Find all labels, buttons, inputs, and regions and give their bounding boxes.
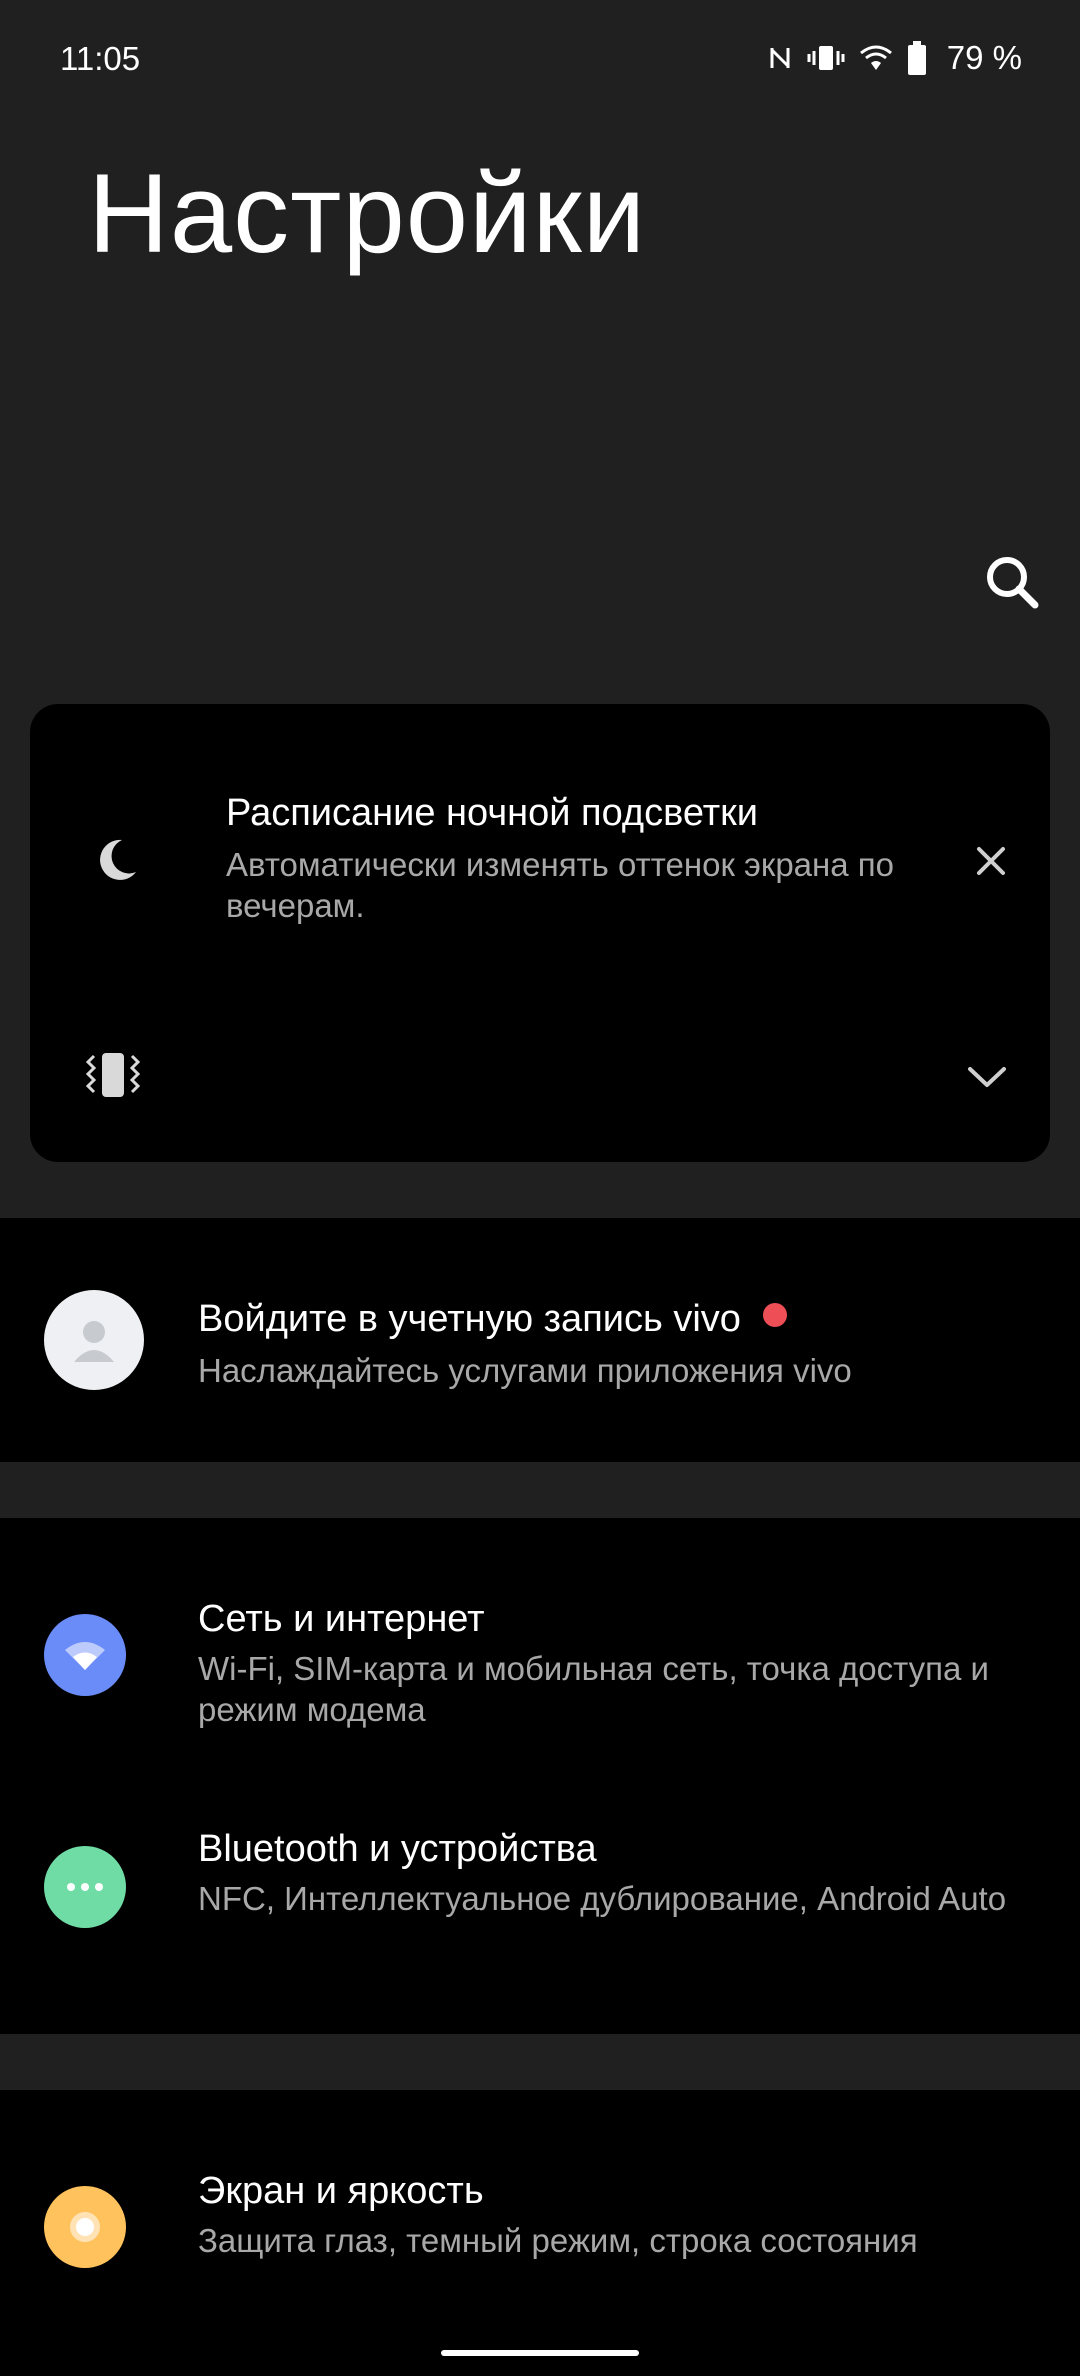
suggestion-title: Расписание ночной подсветки (226, 792, 758, 834)
wifi-icon (859, 45, 892, 70)
settings-item-title: Сеть и интернет (198, 1598, 485, 1640)
search-button[interactable] (982, 552, 1042, 612)
person-icon (74, 1321, 114, 1362)
settings-item-subtitle: Wi-Fi, SIM-карта и мобильная сеть, точка… (198, 1650, 989, 1728)
vibrate-icon (807, 46, 845, 70)
status-icons: 79 % (767, 36, 1022, 80)
moon-icon (100, 839, 136, 880)
chevron-down-icon[interactable] (960, 1050, 1014, 1104)
status-time: 11:05 (60, 40, 141, 77)
connectivity-section: Сеть и интернет Wi-Fi, SIM-карта и мобил… (0, 1518, 1080, 2034)
bluetooth-icon-circle (44, 1846, 126, 1928)
settings-item-subtitle: NFC, Интеллектуальное дублирование, Andr… (198, 1880, 1007, 1917)
account-section: Войдите в учетную запись vivo Наслаждайт… (0, 1218, 1080, 1462)
settings-item-bluetooth[interactable]: Bluetooth и устройства NFC, Интеллектуал… (0, 1776, 1080, 2034)
display-section: Экран и яркость Защита глаз, темный режи… (0, 2090, 1080, 2376)
settings-item-title: Экран и яркость (198, 2170, 484, 2212)
status-bar: 11:05 79 % (0, 0, 1080, 118)
vibrate-icon (85, 1053, 141, 1097)
battery-icon (907, 41, 926, 75)
settings-item-network[interactable]: Сеть и интернет Wi-Fi, SIM-карта и мобил… (0, 1518, 1080, 1776)
home-indicator[interactable] (441, 2350, 639, 2356)
settings-item-display[interactable]: Экран и яркость Защита глаз, темный режи… (0, 2090, 1080, 2376)
account-row[interactable]: Войдите в учетную запись vivo Наслаждайт… (0, 1218, 1080, 1462)
suggestion-card[interactable]: Расписание ночной подсветки Автоматическ… (30, 704, 1050, 1162)
account-title: Войдите в учетную запись vivo (198, 1298, 787, 1341)
search-icon (987, 557, 1039, 609)
account-subtitle: Наслаждайтесь услугами приложения vivo (198, 1352, 852, 1389)
suggestion-description: Автоматически изменять оттенок экрана по… (226, 846, 895, 924)
page-title: Настройки (88, 151, 647, 276)
settings-item-title: Bluetooth и устройства (198, 1828, 597, 1870)
network-icon-circle (44, 1614, 126, 1696)
account-title-text: Войдите в учетную запись vivo (198, 1298, 741, 1340)
wifi-icon (65, 1642, 105, 1670)
avatar (44, 1290, 144, 1390)
battery-percent: 79 % (946, 39, 1022, 76)
more-dots-icon (67, 1883, 103, 1891)
display-icon-circle (44, 2186, 126, 2268)
close-icon[interactable] (964, 834, 1018, 888)
settings-item-subtitle: Защита глаз, темный режим, строка состоя… (198, 2222, 918, 2259)
brightness-icon (70, 2212, 100, 2242)
nfc-icon (770, 48, 790, 68)
notification-dot (762, 1302, 787, 1327)
